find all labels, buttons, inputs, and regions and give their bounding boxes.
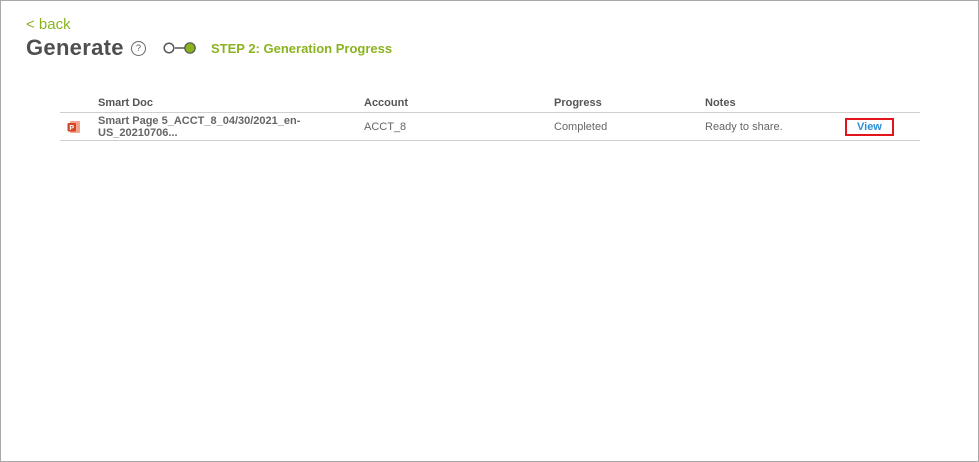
back-link[interactable]: < back xyxy=(26,16,71,33)
view-highlight: View xyxy=(845,117,894,136)
progress-cell: Completed xyxy=(554,112,705,141)
column-header-icon xyxy=(60,93,98,113)
powerpoint-icon: P xyxy=(67,120,80,133)
table-row: P Smart Page 5_ACCT_8_04/30/2021_en-US_2… xyxy=(60,112,920,141)
table-header-row: Smart Doc Account Progress Notes xyxy=(60,93,920,113)
page-title: Generate xyxy=(26,35,124,60)
generation-table: Smart Doc Account Progress Notes P Smart… xyxy=(60,93,920,141)
column-header-progress: Progress xyxy=(554,93,705,113)
column-header-action xyxy=(845,93,920,113)
action-cell: View xyxy=(845,112,920,141)
page-frame: < back Generate ? STEP 2: Generation Pro… xyxy=(0,0,979,462)
column-header-smart-doc: Smart Doc xyxy=(98,93,364,113)
notes-cell: Ready to share. xyxy=(705,112,845,141)
step-progress-indicator xyxy=(163,42,196,54)
view-button[interactable]: View xyxy=(857,121,882,133)
step-label: STEP 2: Generation Progress xyxy=(211,41,393,56)
step-2-circle xyxy=(184,42,196,54)
column-header-account: Account xyxy=(364,93,554,113)
row-icon-cell: P xyxy=(60,112,98,141)
column-header-notes: Notes xyxy=(705,93,845,113)
account-cell: ACCT_8 xyxy=(364,112,554,141)
svg-text:P: P xyxy=(69,125,74,132)
help-icon[interactable]: ? xyxy=(131,41,146,56)
step-1-circle xyxy=(163,42,175,54)
smart-doc-name: Smart Page 5_ACCT_8_04/30/2021_en-US_202… xyxy=(98,112,364,141)
